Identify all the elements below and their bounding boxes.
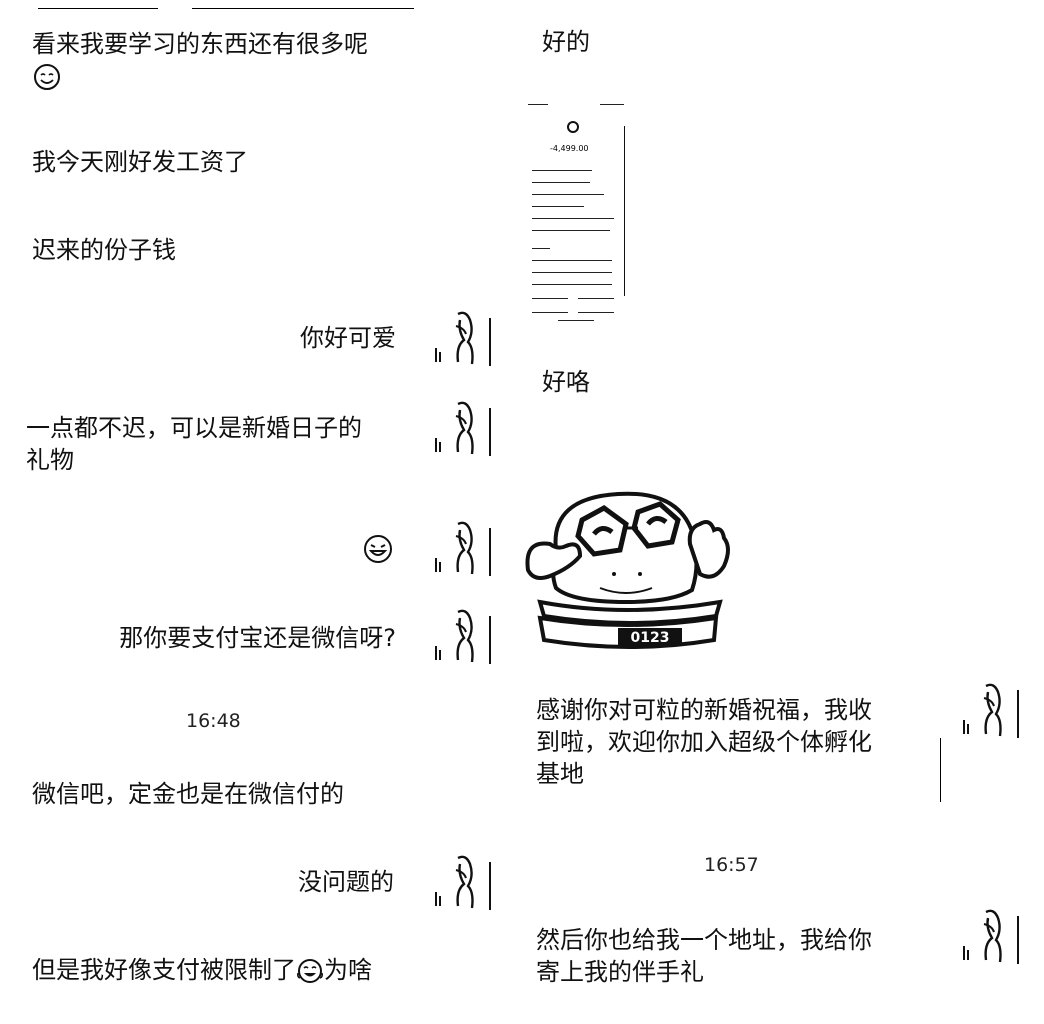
message-text: 感谢你对可粒的新婚祝福，我收 (536, 696, 872, 724)
laughing-emoji-icon (364, 535, 392, 563)
message-text: 然后你也给我一个地址，我给你 (536, 926, 872, 954)
timestamp: 16:57 (704, 854, 759, 876)
message-bubble[interactable]: 没问题的 (298, 866, 394, 898)
timestamp: 16:48 (186, 710, 241, 732)
message-text: 没问题的 (298, 868, 394, 896)
avatar-icon[interactable] (960, 906, 1022, 968)
avatar-icon[interactable] (432, 308, 494, 370)
smile-emoji-icon (34, 64, 60, 90)
avatar-icon[interactable] (432, 606, 494, 668)
top-divider (38, 8, 158, 9)
message-bubble[interactable]: 看来我要学习的东西还有很多呢 (32, 28, 368, 92)
sticker-label: 0123 (631, 630, 670, 646)
message-text: 看来我要学习的东西还有很多呢 (32, 30, 368, 58)
message-bubble[interactable]: 你好可爱 (300, 322, 396, 354)
avatar-icon[interactable] (432, 518, 494, 580)
right-chat-panel: 好的 -4,499.00 好咯 0123 感谢你对可粒的新婚祝福，我收 到啦，欢… (520, 0, 1044, 1024)
message-text: 寄上我的伴手礼 (536, 958, 704, 986)
message-text: 迟来的份子钱 (32, 236, 176, 264)
avatar-icon[interactable] (432, 852, 494, 914)
avatar-icon[interactable] (432, 398, 494, 460)
payment-screenshot-image[interactable]: -4,499.00 (528, 100, 625, 322)
message-bubble[interactable]: 但是我好像支付被限制了 为啥 (32, 954, 372, 986)
message-bubble[interactable] (362, 532, 394, 565)
message-text: 一点都不迟，可以是新婚日子的 (26, 414, 362, 442)
message-bubble[interactable]: 那你要支付宝还是微信呀? (119, 622, 396, 654)
message-text: 但是我好像支付被限制了 (32, 956, 296, 984)
glasses-blob-sticker-icon[interactable]: 0123 (522, 484, 736, 654)
message-text: 我今天刚好发工资了 (32, 148, 248, 176)
message-bubble[interactable]: 好的 (542, 26, 590, 58)
payee-icon (567, 121, 579, 133)
message-text: 那你要支付宝还是微信呀? (119, 624, 396, 652)
message-bubble[interactable]: 一点都不迟，可以是新婚日子的 礼物 (26, 412, 362, 476)
tears-of-joy-emoji-icon (297, 959, 323, 983)
message-text: 你好可爱 (300, 324, 396, 352)
message-text: 微信吧，定金也是在微信付的 (32, 780, 344, 808)
left-chat-panel: 看来我要学习的东西还有很多呢 我今天刚好发工资了 迟来的份子钱 你好可爱 一点都… (0, 0, 510, 1024)
message-bubble[interactable]: 我今天刚好发工资了 (32, 146, 248, 178)
message-bubble[interactable]: 然后你也给我一个地址，我给你 寄上我的伴手礼 (536, 924, 872, 988)
payment-amount: -4,499.00 (550, 144, 589, 153)
message-bubble[interactable]: 感谢你对可粒的新婚祝福，我收 到啦，欢迎你加入超级个体孵化 基地 (536, 694, 872, 790)
message-text: 为啥 (324, 956, 372, 984)
message-bubble[interactable]: 迟来的份子钱 (32, 234, 176, 266)
message-text: 到啦，欢迎你加入超级个体孵化 (536, 728, 872, 756)
message-text: 好咯 (542, 368, 590, 396)
message-text: 礼物 (26, 446, 74, 474)
message-text: 基地 (536, 760, 584, 788)
avatar-icon[interactable] (960, 680, 1022, 742)
message-bubble[interactable]: 好咯 (542, 366, 590, 398)
top-divider (192, 8, 414, 9)
bubble-edge (940, 738, 941, 802)
message-text: 好的 (542, 28, 590, 56)
message-bubble[interactable]: 微信吧，定金也是在微信付的 (32, 778, 344, 810)
